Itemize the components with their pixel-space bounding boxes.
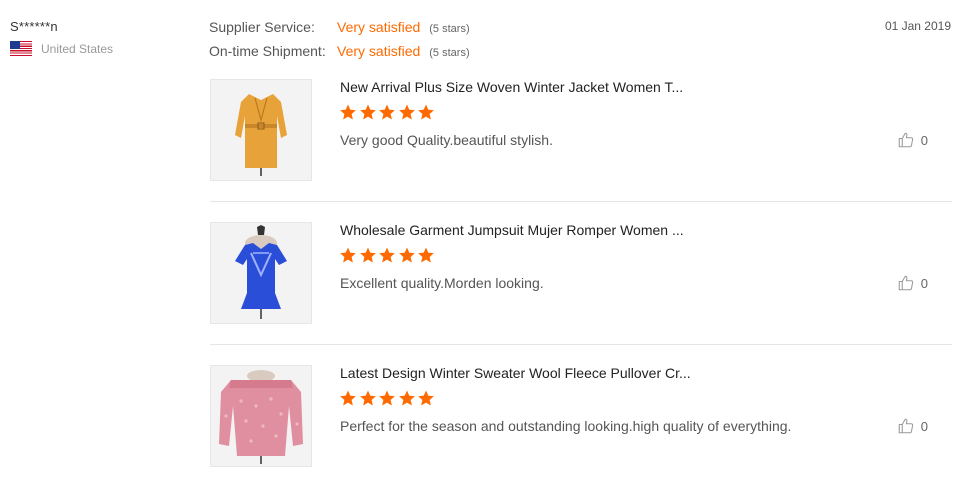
rating-label: Supplier Service:: [209, 19, 315, 35]
like-count: 0: [920, 418, 928, 434]
divider: [210, 201, 952, 202]
star-rating: [339, 103, 437, 121]
review-text: Excellent quality.Morden looking.: [340, 275, 544, 291]
star-icon: [379, 104, 396, 120]
country-name: United States: [41, 41, 114, 56]
star-icon: [418, 390, 435, 406]
rating-row-on-time-shipment: On-time Shipment: Very satisfied (5 star…: [209, 43, 470, 67]
rating-value: Very satisfied: [337, 43, 421, 59]
product-title[interactable]: Latest Design Winter Sweater Wool Fleece…: [340, 365, 691, 381]
rating-row-supplier-service: Supplier Service: Very satisfied (5 star…: [209, 19, 470, 43]
review-text: Perfect for the season and outstanding l…: [340, 418, 792, 434]
rating-label: On-time Shipment:: [209, 43, 326, 59]
romper-image: [211, 223, 311, 323]
star-rating: [339, 246, 437, 264]
product-thumbnail[interactable]: [210, 79, 312, 181]
star-icon: [418, 104, 435, 120]
sweater-image: [211, 366, 311, 466]
star-icon: [398, 390, 415, 406]
star-icon: [379, 247, 396, 263]
like-count: 0: [920, 132, 928, 148]
star-icon: [418, 247, 435, 263]
star-icon: [398, 104, 415, 120]
star-icon: [398, 247, 415, 263]
review-text: Very good Quality.beautiful stylish.: [340, 132, 553, 148]
like-button[interactable]: 0: [897, 274, 928, 292]
star-icon: [359, 104, 376, 120]
star-icon: [359, 390, 376, 406]
star-icon: [340, 104, 356, 120]
star-rating: [339, 389, 437, 407]
us-flag-icon: [10, 41, 32, 56]
reviewer-name: S******n: [10, 19, 58, 34]
star-icon: [379, 390, 396, 406]
review-date: 01 Jan 2019: [884, 19, 951, 33]
like-button[interactable]: 0: [897, 417, 928, 435]
thumbs-up-icon: [898, 418, 913, 434]
thumbs-up-icon: [898, 275, 913, 291]
product-title[interactable]: New Arrival Plus Size Woven Winter Jacke…: [340, 79, 683, 95]
like-button[interactable]: 0: [897, 131, 928, 149]
divider: [210, 344, 952, 345]
rating-stars-text: (5 stars): [429, 47, 470, 59]
jacket-image: [211, 80, 311, 180]
like-count: 0: [920, 275, 928, 291]
supplier-ratings: Supplier Service: Very satisfied (5 star…: [209, 19, 470, 67]
reviewer-country: United States: [10, 41, 113, 56]
star-icon: [340, 247, 356, 263]
review-item: New Arrival Plus Size Woven Winter Jacke…: [210, 79, 952, 182]
rating-stars-text: (5 stars): [429, 23, 470, 35]
product-thumbnail[interactable]: [210, 365, 312, 467]
reviewer-info: S******n United States: [10, 19, 113, 56]
product-thumbnail[interactable]: [210, 222, 312, 324]
star-icon: [340, 390, 356, 406]
rating-value: Very satisfied: [337, 19, 421, 35]
star-icon: [359, 247, 376, 263]
product-title[interactable]: Wholesale Garment Jumpsuit Mujer Romper …: [340, 222, 684, 238]
review-item: Wholesale Garment Jumpsuit Mujer Romper …: [210, 222, 952, 325]
thumbs-up-icon: [898, 132, 913, 148]
review-item: Latest Design Winter Sweater Wool Fleece…: [210, 365, 952, 468]
